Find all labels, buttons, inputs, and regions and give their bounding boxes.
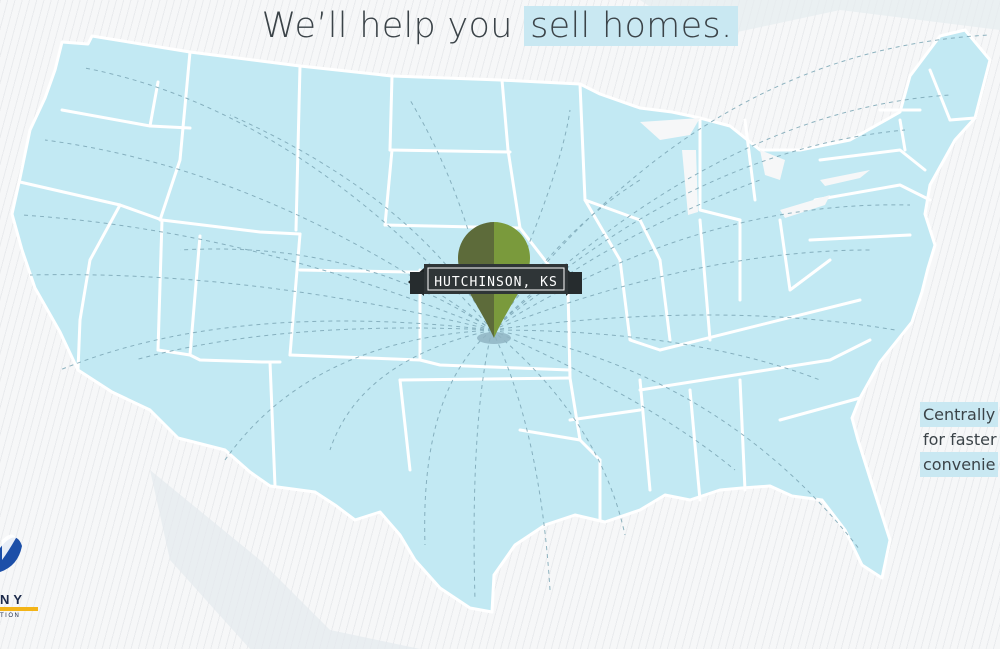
side-text-line-1: Centrally bbox=[920, 402, 999, 427]
side-text: Centrally for faster convenie bbox=[920, 402, 1000, 477]
headline-highlight: sell homes. bbox=[524, 6, 739, 46]
logo-subtitle: TION bbox=[0, 613, 21, 619]
headline-lead: We’ll help you bbox=[261, 6, 525, 46]
us-map: HUTCHINSON, KS bbox=[0, 0, 1000, 649]
side-text-line-3: convenie bbox=[920, 452, 999, 477]
banner-label: HUTCHINSON, KS bbox=[434, 275, 558, 290]
side-text-line-2: for faster bbox=[923, 430, 997, 449]
swoosh-logo-icon bbox=[0, 534, 22, 572]
logo-accent-bar bbox=[0, 607, 38, 611]
logo-wordmark: NY bbox=[0, 592, 27, 607]
page-headline: We’ll help you sell homes. bbox=[0, 6, 1000, 46]
